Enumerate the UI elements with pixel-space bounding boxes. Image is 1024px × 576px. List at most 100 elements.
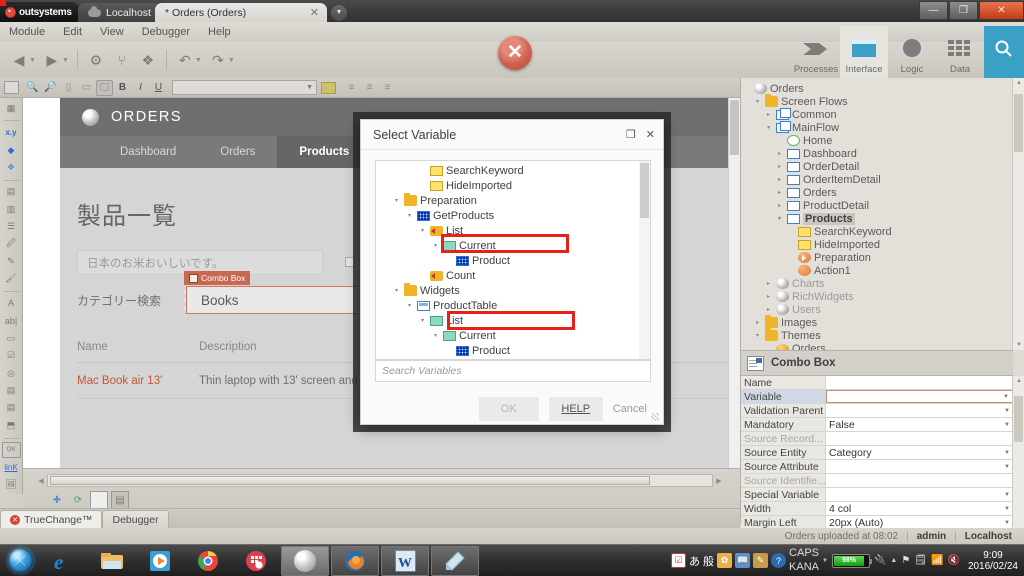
property-value[interactable]: 4 col ▼ (826, 502, 1013, 515)
power-plug-icon[interactable]: 🔌 (874, 555, 886, 566)
tree-item-action1[interactable]: Action1 (745, 264, 1013, 277)
variable-tree-item-current[interactable]: ▾ Current (376, 328, 650, 343)
taskbar-outsystems-window[interactable] (281, 545, 329, 576)
ime-check-icon[interactable]: ☑ (671, 553, 687, 568)
property-value[interactable] (826, 432, 1013, 445)
chevron-down-icon[interactable]: ▼ (1003, 394, 1009, 400)
radio-widget-icon[interactable]: ◎ (2, 365, 21, 381)
tree-item-orders[interactable]: Orders (745, 82, 1013, 95)
select-tool-icon[interactable] (4, 81, 19, 94)
property-value[interactable]: False ▼ (826, 418, 1013, 431)
tablet-preview-icon[interactable]: ▭ (78, 80, 95, 96)
tree-item-screen-flows[interactable]: ▾ Screen Flows (745, 94, 1013, 108)
container-widget-icon[interactable]: ▥ (2, 201, 21, 217)
cancel-button[interactable]: Cancel (613, 403, 649, 415)
tab-interface[interactable]: Interface (840, 26, 888, 78)
taskbar-notes-window[interactable] (431, 545, 479, 576)
align-right-icon[interactable]: ≡ (379, 80, 396, 96)
taskbar-media-player-icon[interactable] (136, 546, 184, 576)
expand-arrow-icon[interactable]: ▸ (778, 176, 787, 183)
ime-mode-hiragana[interactable]: あ (689, 553, 700, 569)
variable-tree[interactable]: SearchKeyword HideImported ▾ Preparation ▾ Ge… (375, 160, 651, 360)
phone-preview-icon[interactable]: ▯ (60, 80, 77, 96)
expand-arrow-icon[interactable]: ▸ (767, 280, 776, 287)
ime-tools-icon[interactable]: ✿ (717, 553, 733, 568)
expand-arrow-icon[interactable]: ▸ (767, 111, 776, 118)
minimize-button[interactable]: — (919, 1, 948, 20)
expression-widget-icon[interactable]: x.y (2, 124, 21, 140)
tree-item-orders[interactable]: ▸ Orders (745, 186, 1013, 199)
error-overlay-icon[interactable]: ✕ (498, 36, 532, 70)
combobox-widget-icon[interactable]: ▤ (2, 382, 21, 398)
ime-expand-icon[interactable]: ▼ (822, 558, 828, 564)
property-row-source-record-[interactable]: Source Record... (741, 432, 1013, 446)
blank-view-icon[interactable] (90, 491, 108, 509)
textarea-widget-icon[interactable]: ▭ (2, 330, 21, 346)
property-row-special-variable[interactable]: Special Variable ▼ (741, 488, 1013, 502)
search-button[interactable] (984, 26, 1024, 78)
scroll-up-icon[interactable]: ▲ (1016, 80, 1022, 86)
maximize-button[interactable]: ❐ (949, 1, 978, 20)
tab-processes[interactable]: Processes (792, 26, 840, 78)
refresh-icon[interactable]: ⟳ (69, 491, 87, 509)
scroll-left-icon[interactable]: ◀ (35, 477, 47, 485)
style-class-combo[interactable]: ▼ (172, 80, 317, 95)
chevron-down-icon[interactable]: ▼ (1004, 422, 1010, 428)
link-widget-icon[interactable]: linK (2, 459, 21, 475)
show-hidden-icons-icon[interactable]: ▲ (890, 557, 897, 564)
expand-arrow-icon[interactable]: ▸ (778, 202, 787, 209)
ime-pad-icon[interactable]: ✎ (753, 553, 769, 568)
tree-item-orderdetail[interactable]: ▸ OrderDetail (745, 160, 1013, 173)
variable-tree-item-getproducts[interactable]: ▾ GetProducts (376, 208, 650, 223)
variable-tree-item-product[interactable]: Product (376, 343, 650, 358)
redo-icon[interactable]: ↷ (207, 49, 229, 71)
tree-item-themes[interactable]: ▾ Themes (745, 328, 1013, 342)
flag-icon[interactable]: ⚑ (901, 555, 910, 566)
menu-item-help[interactable]: Help (199, 26, 240, 38)
scroll-right-icon[interactable]: ▶ (713, 477, 725, 485)
variable-tree-item-widgets[interactable]: ▾ Widgets (376, 283, 650, 298)
forward-dropdown-icon[interactable]: ▼ (62, 57, 69, 64)
align-left-icon[interactable]: ≡ (343, 80, 360, 96)
variable-tree-scrollbar[interactable] (639, 161, 650, 359)
scrollbar-thumb[interactable] (640, 163, 649, 218)
nav-item-orders[interactable]: Orders (198, 136, 277, 168)
tree-item-dashboard[interactable]: ▸ Dashboard (745, 147, 1013, 160)
variable-tree-item-hideimported[interactable]: HideImported (376, 178, 650, 193)
property-value[interactable]: ▼ (826, 488, 1013, 501)
tab-truechange[interactable]: ✕ TrueChange™ (0, 510, 103, 528)
taskbar-firefox-window[interactable] (331, 545, 379, 576)
tree-item-common[interactable]: ▸ Common (745, 107, 1013, 121)
listrecords-icon[interactable]: ☰ (2, 218, 21, 234)
undo-icon[interactable]: ↶ (174, 49, 196, 71)
collapse-arrow-icon[interactable]: ▾ (767, 124, 776, 131)
ime-toolbar[interactable]: ☑ あ 般 ✿ 📖 ✎ ? CAPS KANA ▼ (671, 547, 828, 573)
chevron-down-icon[interactable]: ▼ (1004, 492, 1010, 498)
chevron-down-icon[interactable]: ▼ (1004, 520, 1010, 526)
tree-item-images[interactable]: ▸ Images (745, 315, 1013, 329)
scrollbar-thumb[interactable] (1014, 94, 1023, 152)
css-icon[interactable] (321, 81, 336, 94)
redo-dropdown-icon[interactable]: ▼ (228, 57, 235, 64)
variable-tree-item-preparation[interactable]: ▾ Preparation (376, 193, 650, 208)
tree-scrollbar[interactable]: ▲ ▼ (1012, 78, 1024, 350)
action-center-icon[interactable]: 🗒 (914, 555, 927, 566)
forward-icon[interactable]: ▶ (41, 49, 63, 71)
property-row-variable[interactable]: Variable ▼ (741, 390, 1013, 404)
canvas-vertical-scrollbar[interactable] (728, 98, 740, 468)
search-variables-input[interactable]: Search Variables (375, 360, 651, 382)
collapse-arrow-icon[interactable]: ▾ (434, 242, 443, 249)
expand-arrow-icon[interactable]: ▸ (778, 163, 787, 170)
property-value[interactable]: Category ▼ (826, 446, 1013, 459)
tab-logic[interactable]: Logic (888, 26, 936, 78)
property-row-width[interactable]: Width 4 col ▼ (741, 502, 1013, 516)
cell-name[interactable]: Mac Book air 13' (77, 375, 199, 387)
tree-item-hideimported[interactable]: HideImported (745, 238, 1013, 251)
zoom-out-icon[interactable]: 🔍 (24, 80, 41, 96)
expand-arrow-icon[interactable]: ▸ (778, 189, 787, 196)
scrollbar-thumb[interactable] (730, 100, 739, 155)
tree-item-richwidgets[interactable]: ▸ RichWidgets (745, 290, 1013, 303)
checkbox-widget-icon[interactable]: ☑ (2, 347, 21, 363)
close-button[interactable]: ✕ (979, 1, 1024, 20)
highlight-icon[interactable]: ✎ (2, 253, 21, 269)
